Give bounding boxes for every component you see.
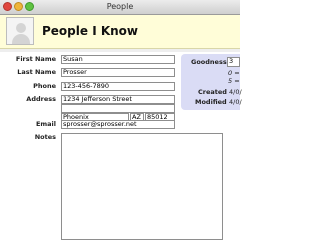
person-icon-body — [12, 34, 30, 44]
address-street2-field[interactable] — [61, 104, 175, 113]
last-name-field[interactable]: Prosser — [61, 68, 175, 77]
goodness-label: Goodness — [191, 58, 227, 66]
phone-field[interactable]: 123-456-7890 — [61, 82, 175, 91]
first-name-field[interactable]: Susan — [61, 55, 175, 64]
last-name-label: Last Name — [17, 68, 56, 76]
address-street-field[interactable]: 1234 Jefferson Street — [61, 95, 175, 104]
modified-label: Modified — [195, 98, 227, 106]
created-value: 4/0/ — [229, 88, 242, 96]
notes-field[interactable] — [61, 133, 223, 240]
window-titlebar[interactable]: People — [0, 0, 240, 15]
goodness-scale-high: 5 = — [228, 77, 240, 85]
goodness-field[interactable]: 3 — [227, 57, 240, 67]
email-label: Email — [35, 120, 56, 128]
header-separator — [0, 49, 240, 52]
layout-header: People I Know — [0, 15, 240, 49]
notes-label: Notes — [34, 133, 56, 141]
contact-photo-placeholder[interactable] — [6, 17, 34, 45]
created-label: Created — [198, 88, 227, 96]
email-field[interactable]: sprosser@sprosser.net — [61, 120, 175, 129]
address-label: Address — [26, 95, 56, 103]
goodness-scale-low: 0 = — [228, 69, 240, 77]
phone-label: Phone — [33, 82, 56, 90]
first-name-label: First Name — [15, 55, 56, 63]
modified-value: 4/0/ — [229, 98, 242, 106]
person-icon-head — [16, 23, 26, 33]
window-title: People — [106, 2, 134, 11]
page-title: People I Know — [42, 24, 139, 38]
